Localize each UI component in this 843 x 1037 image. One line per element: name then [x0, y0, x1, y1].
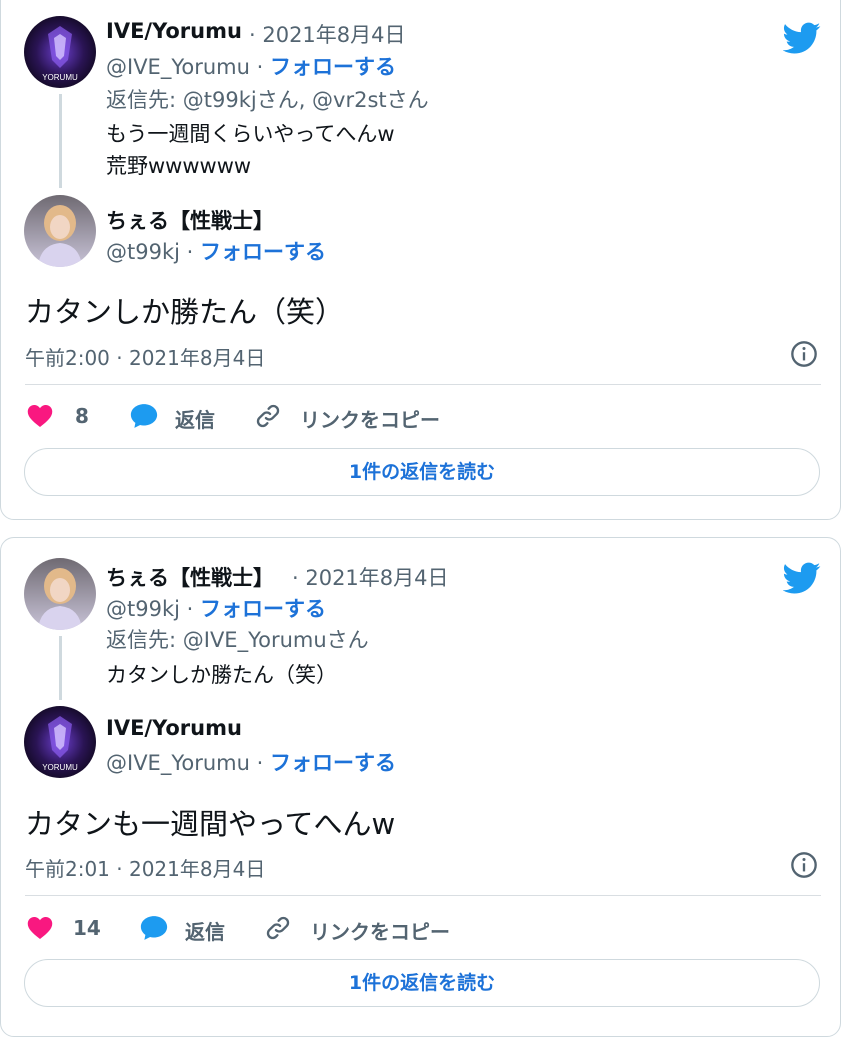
reply-to[interactable]: 返信先: @t99kjさん, @vr2stさん: [106, 84, 429, 114]
tweet-date[interactable]: · 2021年8月4日: [292, 562, 449, 592]
twitter-bird-icon[interactable]: [783, 19, 821, 57]
like-button[interactable]: 8: [25, 401, 105, 431]
thread-line: [59, 636, 62, 700]
info-icon[interactable]: [790, 340, 818, 368]
separator-dot: ·: [186, 240, 200, 264]
author-handle-row: @t99kj · フォローする: [106, 236, 326, 266]
link-icon: [254, 402, 282, 430]
copy-link-label: リンクをコピー: [310, 920, 450, 944]
copy-link-label: リンクをコピー: [300, 408, 440, 432]
copy-link-button[interactable]: リンクをコピー: [264, 913, 464, 944]
tweet-text-line: もう一週間くらいやってへんw: [106, 122, 395, 146]
heart-icon: [25, 914, 55, 942]
tweet-text: カタンしか勝たん（笑）: [25, 295, 345, 329]
avatar-logo-text: YORUMU: [42, 763, 78, 772]
avatar[interactable]: YORUMU: [24, 16, 96, 88]
follow-link[interactable]: フォローする: [200, 597, 326, 621]
follow-link[interactable]: フォローする: [270, 751, 396, 775]
reply-label: 返信: [175, 408, 215, 432]
like-count: 8: [75, 404, 89, 428]
author-name[interactable]: IVE/Yorumu: [106, 19, 242, 43]
tweet-text-line: 荒野wwwwww: [106, 154, 252, 178]
separator-dot: ·: [256, 55, 270, 79]
thread-line: [59, 94, 62, 188]
tweet-timestamp[interactable]: 午前2:01 · 2021年8月4日: [25, 853, 265, 882]
tweet-timestamp[interactable]: 午前2:00 · 2021年8月4日: [25, 342, 265, 371]
author-name[interactable]: IVE/Yorumu: [106, 716, 242, 740]
separator-dot: ·: [186, 597, 200, 621]
reply-button[interactable]: 返信: [139, 913, 239, 944]
avatar-logo-text: YORUMU: [42, 73, 78, 82]
tweet-date[interactable]: · 2021年8月4日: [249, 19, 406, 49]
reply-bubble-icon: [139, 913, 169, 943]
reply-to[interactable]: 返信先: @IVE_Yorumuさん: [106, 624, 369, 654]
read-replies-button[interactable]: 1件の返信を読む: [24, 959, 820, 1007]
avatar[interactable]: [24, 558, 96, 630]
divider: [25, 895, 821, 896]
like-button[interactable]: 14: [25, 913, 115, 943]
tweet-card: ちぇる【性戦士】 · 2021年8月4日 @t99kj · フォローする 返信先…: [0, 537, 841, 1037]
author-name[interactable]: ちぇる【性戦士】: [106, 562, 274, 592]
author-handle[interactable]: @t99kj: [106, 597, 180, 621]
reply-button[interactable]: 返信: [129, 401, 229, 432]
twitter-bird-icon[interactable]: [783, 559, 821, 597]
link-icon: [264, 914, 292, 942]
author-handle-row: @t99kj · フォローする: [106, 593, 326, 623]
like-count: 14: [73, 916, 101, 940]
read-replies-button[interactable]: 1件の返信を読む: [24, 448, 820, 496]
author-handle[interactable]: @IVE_Yorumu: [106, 751, 250, 775]
tweet-text-line: カタンしか勝たん（笑）: [106, 663, 337, 687]
tweet-text: カタンも一週間やってへんw: [25, 807, 396, 841]
author-handle-row: @IVE_Yorumu · フォローする: [106, 747, 396, 777]
reply-label: 返信: [185, 920, 225, 944]
reply-bubble-icon: [129, 401, 159, 431]
tweet-card: YORUMU IVE/Yorumu · 2021年8月4日 @IVE_Yorum…: [0, 0, 841, 520]
follow-link[interactable]: フォローする: [270, 55, 396, 79]
separator-dot: ·: [256, 751, 270, 775]
author-handle[interactable]: @t99kj: [106, 240, 180, 264]
copy-link-button[interactable]: リンクをコピー: [254, 401, 454, 432]
avatar[interactable]: [24, 195, 96, 267]
info-icon[interactable]: [790, 851, 818, 879]
divider: [25, 384, 821, 385]
author-handle[interactable]: @IVE_Yorumu: [106, 55, 250, 79]
author-name[interactable]: ちぇる【性戦士】: [106, 205, 274, 235]
follow-link[interactable]: フォローする: [200, 240, 326, 264]
avatar[interactable]: YORUMU: [24, 706, 96, 778]
author-handle-row: @IVE_Yorumu · フォローする: [106, 51, 396, 81]
heart-icon: [25, 402, 55, 430]
